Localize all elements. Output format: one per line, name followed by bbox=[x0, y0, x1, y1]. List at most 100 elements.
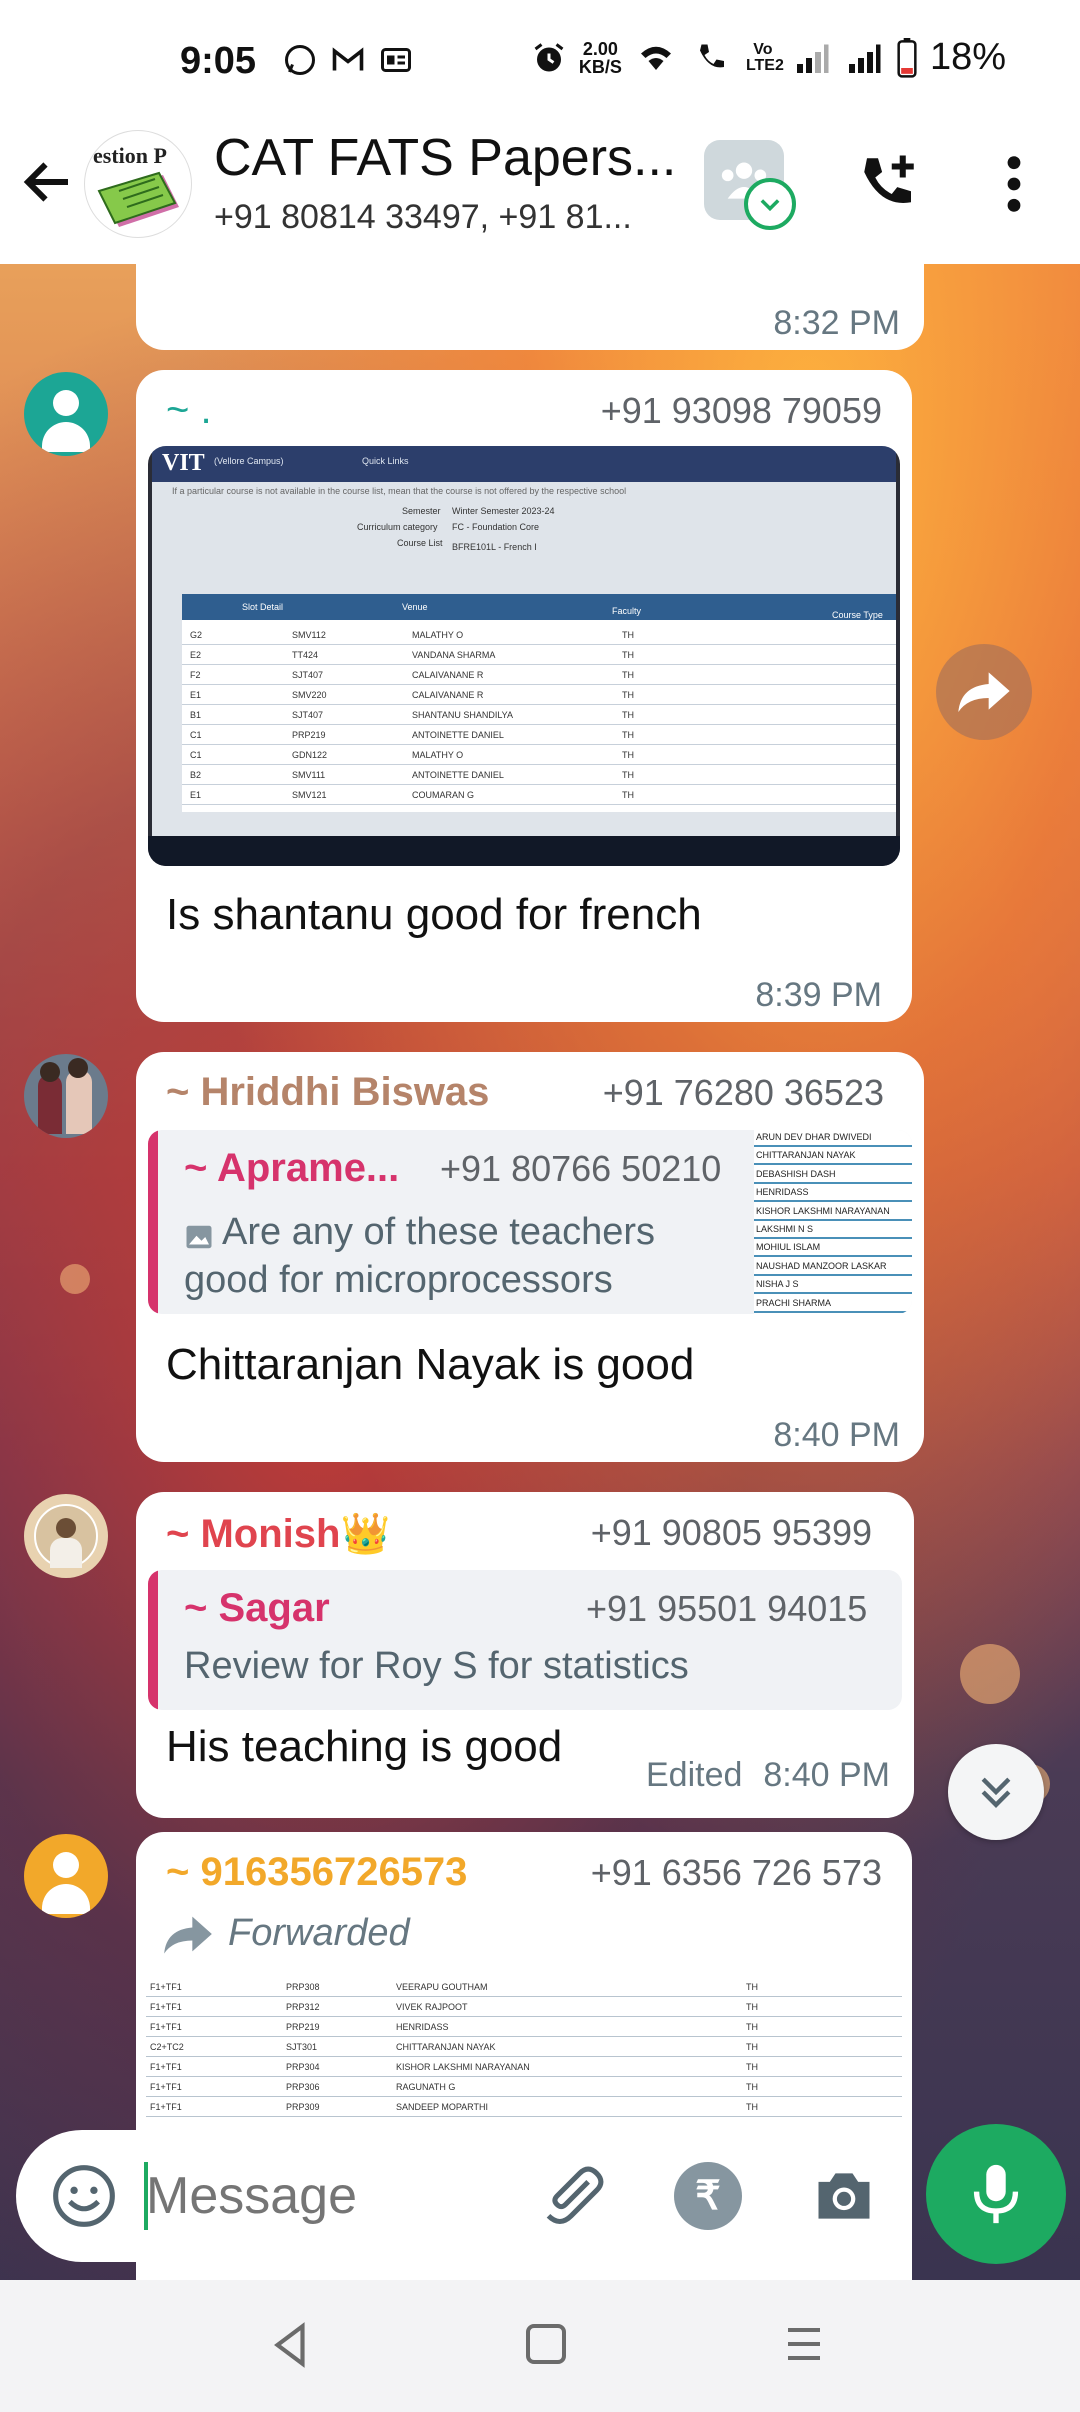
thumbnail-text: ARUN DEV DHAR DWIVEDI bbox=[756, 1132, 872, 1142]
message-input[interactable] bbox=[146, 2156, 516, 2236]
add-call-icon[interactable] bbox=[856, 150, 922, 216]
sender-name[interactable]: ~ Hriddhi Biswas bbox=[166, 1070, 489, 1115]
avatar[interactable] bbox=[24, 1834, 108, 1918]
message-text: Is shantanu good for french bbox=[166, 890, 702, 939]
more-options-icon[interactable] bbox=[996, 152, 1032, 216]
scroll-to-bottom-button[interactable] bbox=[948, 1744, 1044, 1840]
table-row-divider bbox=[182, 644, 896, 645]
laptop-screen: VIT (Vellore Campus) Quick Links If a pa… bbox=[152, 446, 896, 836]
wifi-calling-icon bbox=[699, 44, 724, 67]
table-cell: TH bbox=[746, 2102, 758, 2112]
table-cell: SJT407 bbox=[292, 670, 324, 680]
signal-icon bbox=[848, 44, 881, 73]
net-speed: 2.00 KB/S bbox=[578, 38, 622, 77]
table-cell: VANDANA SHARMA bbox=[412, 650, 496, 660]
avatar[interactable] bbox=[24, 1054, 108, 1138]
group-avatar[interactable]: estion P bbox=[84, 130, 192, 238]
thumbnail-divider bbox=[754, 1255, 912, 1258]
sender-phone[interactable]: +91 90805 95399 bbox=[591, 1512, 872, 1554]
thumbnail-divider bbox=[754, 1237, 912, 1239]
quoted-text: Review for Roy S for statistics bbox=[184, 1645, 689, 1687]
sender-phone[interactable]: +91 76280 36523 bbox=[603, 1072, 884, 1114]
table-cell: F2 bbox=[190, 670, 201, 680]
quoted-text: Are any of these teachers good for micro… bbox=[184, 1211, 656, 1301]
message-bubble[interactable]: ~ Monish👑 +91 90805 95399 ~ Sagar +91 95… bbox=[136, 1492, 914, 1818]
forwarded-icon bbox=[164, 1916, 212, 1954]
message-bubble[interactable]: ~ . +91 93098 79059 VIT (Vellore Campus)… bbox=[136, 370, 912, 1022]
group-title[interactable]: CAT FATS Papers... bbox=[214, 128, 676, 188]
thumbnail-divider bbox=[754, 1145, 912, 1147]
table-cell: KISHOR LAKSHMI NARAYANAN bbox=[396, 2062, 530, 2072]
chevron-down-icon bbox=[760, 199, 780, 212]
sender-phone[interactable]: +91 6356 726 573 bbox=[591, 1852, 882, 1894]
attach-icon[interactable] bbox=[540, 2162, 608, 2230]
avatar[interactable] bbox=[24, 1494, 108, 1578]
avatar[interactable] bbox=[24, 372, 108, 456]
table-cell: E2 bbox=[190, 650, 202, 660]
battery-icon bbox=[897, 37, 917, 78]
double-chevron-down-icon bbox=[981, 1777, 1011, 1808]
table-cell: TH bbox=[622, 790, 634, 800]
table-row-divider bbox=[182, 744, 896, 745]
table-cell: MALATHY O bbox=[412, 750, 464, 760]
table-cell: E1 bbox=[190, 790, 202, 800]
camera-icon[interactable] bbox=[808, 2162, 880, 2230]
table-row-divider bbox=[146, 2016, 902, 2017]
quoted-message[interactable]: ~ Sagar +91 95501 94015 Review for Roy S… bbox=[148, 1570, 902, 1710]
vit-nav-bar: VIT (Vellore Campus) Quick Links bbox=[152, 446, 896, 482]
quoted-phone: +91 80766 50210 bbox=[440, 1148, 722, 1189]
table-cell: PRP304 bbox=[286, 2062, 320, 2072]
sender-phone[interactable]: +91 93098 79059 bbox=[601, 390, 882, 432]
table-cell: F1+TF1 bbox=[150, 2102, 182, 2112]
table-cell: GDN122 bbox=[292, 750, 328, 760]
table-cell: PRP219 bbox=[292, 730, 326, 740]
whatsapp-icon bbox=[285, 45, 315, 75]
group-members[interactable]: +91 80814 33497, +91 81... bbox=[214, 198, 632, 237]
table-cell: TH bbox=[746, 2062, 758, 2072]
table-cell: VEERAPU GOUTHAM bbox=[396, 1982, 488, 1992]
emoji-icon[interactable] bbox=[50, 2162, 118, 2230]
back-arrow-icon[interactable] bbox=[18, 152, 78, 212]
table-row-divider bbox=[146, 2116, 902, 2117]
table-cell: MALATHY O bbox=[412, 630, 464, 640]
payment-button[interactable]: ₹ bbox=[674, 2162, 742, 2230]
message-time: 8:40 PM bbox=[773, 1416, 900, 1454]
course-table: Slot Detail Venue Faculty Course Type G2… bbox=[182, 594, 896, 812]
thumbnail-text: DEBASHISH DASH bbox=[756, 1168, 836, 1179]
gmail-icon bbox=[332, 47, 364, 71]
table-cell: TH bbox=[622, 650, 634, 660]
nav-back-icon[interactable] bbox=[268, 2320, 312, 2370]
message-bubble[interactable]: ~ Hriddhi Biswas +91 76280 36523 ~ Apram… bbox=[136, 1052, 924, 1462]
message-text: Chittaranjan Nayak is good bbox=[166, 1340, 695, 1389]
table-cell: PRP306 bbox=[286, 2082, 320, 2092]
forwarded-image[interactable]: F1+TF1 PRP308 VEERAPU GOUTHAM TH F1+TF1 PRP31… bbox=[146, 1972, 902, 2122]
table-cell: TH bbox=[622, 710, 634, 720]
chat-area[interactable]: 8:32 PM ~ . +91 93098 79059 VIT (Vellore… bbox=[0, 264, 1080, 2280]
share-button[interactable] bbox=[936, 644, 1032, 740]
voice-message-button[interactable] bbox=[926, 2124, 1066, 2264]
table-cell: SMV111 bbox=[292, 770, 326, 780]
table-row-divider bbox=[182, 784, 896, 785]
message-time: 8:39 PM bbox=[755, 976, 882, 1014]
shared-photo[interactable]: VIT (Vellore Campus) Quick Links If a pa… bbox=[148, 446, 900, 866]
alarm-icon bbox=[534, 42, 564, 71]
table-row-divider bbox=[146, 2036, 902, 2037]
chat-header: estion P CAT FATS Papers... +91 80814 33… bbox=[0, 122, 1080, 264]
nav-home-icon[interactable] bbox=[526, 2324, 566, 2364]
quoted-message[interactable]: ~ Aprame... +91 80766 50210 Are any of t… bbox=[148, 1130, 912, 1314]
sender-name[interactable]: ~ 916356726573 bbox=[166, 1850, 467, 1895]
thumbnail-text: NAUSHAD MANZOOR LASKAR bbox=[756, 1260, 887, 1271]
sender-name[interactable]: ~ Monish👑 bbox=[166, 1510, 390, 1557]
clock: 9:05 bbox=[180, 40, 257, 82]
sender-name[interactable]: ~ . bbox=[166, 388, 212, 433]
table-cell: TH bbox=[746, 2022, 758, 2032]
message-bubble[interactable]: 8:32 PM bbox=[136, 264, 924, 350]
nav-recents-icon[interactable] bbox=[784, 2324, 824, 2364]
table-cell: ANTOINETTE DANIEL bbox=[412, 730, 504, 740]
thumbnail-text: MOHIUL ISLAM bbox=[756, 1242, 821, 1253]
microphone-icon bbox=[973, 2164, 1019, 2224]
table-cell: HENRIDASS bbox=[396, 2022, 449, 2032]
table-cell: TH bbox=[746, 2002, 758, 2012]
thumbnail-divider bbox=[754, 1292, 912, 1295]
table-cell: COUMARAN G bbox=[412, 790, 475, 800]
